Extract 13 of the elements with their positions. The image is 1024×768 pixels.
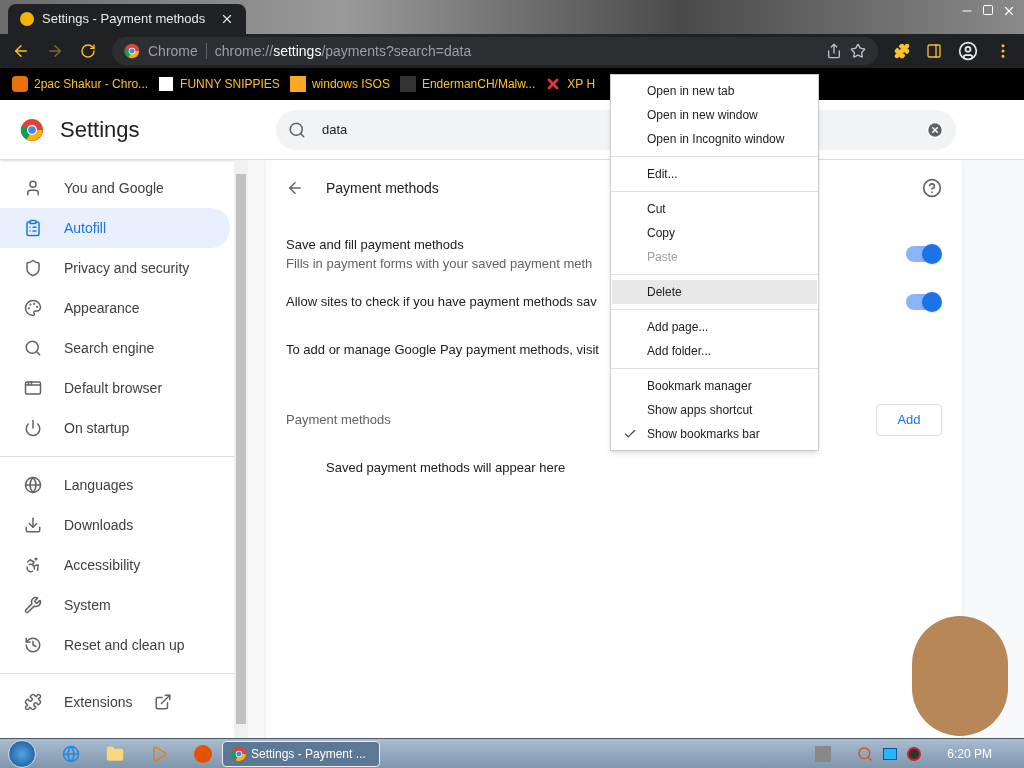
section-title: Payment methods [286, 411, 391, 430]
url-text: chrome://settings/payments?search=data [214, 41, 473, 61]
empty-message: Saved payment methods will appear here [326, 459, 567, 477]
setting-label: Allow sites to check if you have payment methods sav [286, 293, 597, 312]
clock: 6:20 PM [947, 745, 992, 763]
tab-title: Settings - Payment methods [42, 10, 207, 29]
search-value: data [322, 120, 348, 139]
setting-label: To add or manage Google Pay payment methods, visit [286, 341, 599, 360]
setting-description: Fills in payment forms with your saved payment meth [286, 255, 593, 273]
page-title: Payment methods [326, 178, 440, 198]
setting-label: Save and fill payment methods [286, 235, 465, 254]
settings-title: Settings [60, 116, 141, 144]
omnibox-label: Chrome [148, 41, 198, 61]
